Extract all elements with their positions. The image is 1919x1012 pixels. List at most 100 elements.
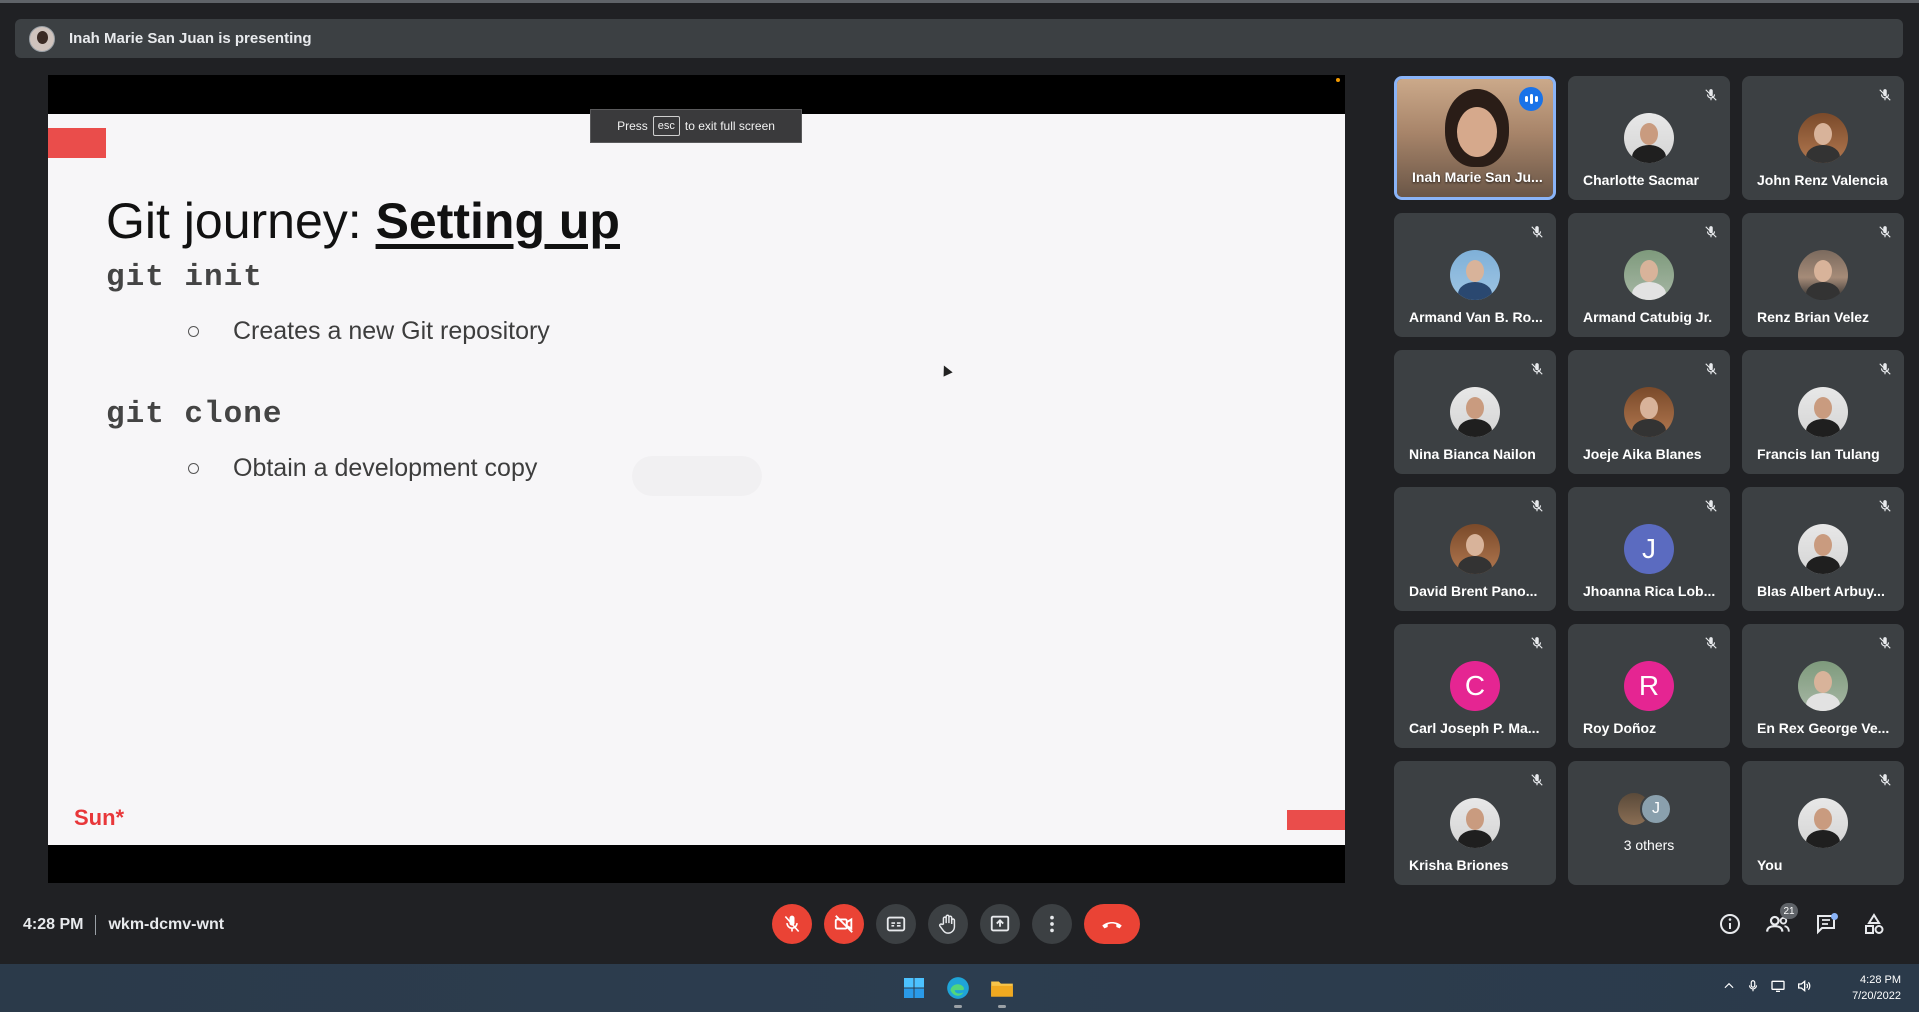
- presentation-stage[interactable]: Press esc to exit full screen Git journe…: [48, 75, 1345, 883]
- others-count-label: 3 others: [1623, 837, 1675, 853]
- participant-name: Joeje Aika Blanes: [1583, 446, 1702, 462]
- participant-tile[interactable]: Francis Ian Tulang: [1742, 350, 1904, 474]
- participant-tile-self[interactable]: You: [1742, 761, 1904, 885]
- participant-tile[interactable]: C Carl Joseph P. Ma...: [1394, 624, 1556, 748]
- clock-date: 7/20/2022: [1852, 990, 1901, 1002]
- meeting-code[interactable]: wkm-dcmv-wnt: [108, 916, 224, 934]
- participant-avatar: [1624, 250, 1674, 300]
- slide-command: git clone: [106, 397, 283, 432]
- participant-avatar: [1450, 387, 1500, 437]
- more-options-button[interactable]: [1032, 904, 1072, 944]
- participant-avatar: [1798, 798, 1848, 848]
- chevron-up-icon[interactable]: [1722, 979, 1736, 993]
- participant-name: David Brent Pano...: [1409, 583, 1538, 599]
- participant-tile[interactable]: J Jhoanna Rica Lob...: [1568, 487, 1730, 611]
- bullet-circle-icon: [188, 326, 199, 337]
- participant-tile-presenter[interactable]: Inah Marie San Ju...: [1394, 76, 1556, 200]
- present-now-button[interactable]: [980, 904, 1020, 944]
- call-controls: [772, 904, 1140, 944]
- mic-off-icon: [1705, 363, 1717, 375]
- start-button[interactable]: [898, 972, 930, 1004]
- participant-name: Krisha Briones: [1409, 857, 1509, 873]
- mic-off-icon: [1879, 89, 1891, 101]
- chat-notification-dot: [1831, 913, 1838, 920]
- participant-avatar: [1798, 113, 1848, 163]
- slide-bullet: Creates a new Git repository: [188, 317, 550, 346]
- participant-tile[interactable]: Nina Bianca Nailon: [1394, 350, 1556, 474]
- taskbar-edge[interactable]: [942, 972, 974, 1008]
- os-taskbar: 4:28 PM 7/20/2022: [0, 964, 1919, 1012]
- raise-hand-button[interactable]: [928, 904, 968, 944]
- participant-name: Roy Doñoz: [1583, 720, 1657, 736]
- participant-tile[interactable]: Blas Albert Arbuy...: [1742, 487, 1904, 611]
- taskbar-file-explorer[interactable]: [986, 972, 1018, 1008]
- participant-name: Renz Brian Velez: [1757, 309, 1870, 325]
- activities-icon: [1865, 913, 1884, 934]
- fullscreen-hint: Press esc to exit full screen: [590, 109, 802, 143]
- participant-avatar: [1798, 387, 1848, 437]
- participant-avatar: [1624, 387, 1674, 437]
- mic-off-icon: [1705, 89, 1717, 101]
- participant-name: Blas Albert Arbuy...: [1757, 583, 1885, 599]
- others-avatars: J: [1618, 793, 1688, 827]
- participant-avatar: [1450, 524, 1500, 574]
- slide-title-prefix: Git journey:: [106, 193, 376, 249]
- participant-tile[interactable]: John Renz Valencia: [1742, 76, 1904, 200]
- participant-initial-avatar: C: [1450, 661, 1500, 711]
- chat-button[interactable]: [1808, 904, 1844, 944]
- presenting-banner: Inah Marie San Juan is presenting: [15, 19, 1903, 58]
- participant-avatar: [1450, 250, 1500, 300]
- end-call-icon: [1102, 921, 1122, 929]
- divider: [95, 915, 97, 935]
- mic-off-icon: [1705, 637, 1717, 649]
- windows-logo-icon: [904, 978, 924, 998]
- captions-button[interactable]: [876, 904, 916, 944]
- volume-icon[interactable]: [1796, 978, 1812, 994]
- mic-off-icon: [1531, 774, 1543, 786]
- running-indicator: [998, 1005, 1006, 1008]
- others-avatar-initial: J: [1640, 793, 1672, 825]
- edge-browser-icon: [947, 977, 969, 999]
- hint-press-label: Press: [617, 119, 648, 133]
- shared-slide: Git journey: Setting up git init Creates…: [48, 114, 1345, 845]
- taskbar-clock[interactable]: 4:28 PM 7/20/2022: [1852, 972, 1901, 1004]
- people-button[interactable]: 21: [1760, 903, 1798, 944]
- window-top-edge: [0, 0, 1919, 3]
- recording-indicator: [1336, 78, 1340, 82]
- participant-avatar: [1624, 113, 1674, 163]
- camera-toggle-button[interactable]: [824, 904, 864, 944]
- esc-key-label: esc: [652, 116, 680, 136]
- slide-logo: Sun*: [74, 805, 125, 830]
- participant-tile[interactable]: Renz Brian Velez: [1742, 213, 1904, 337]
- participant-tile[interactable]: David Brent Pano...: [1394, 487, 1556, 611]
- participant-tile[interactable]: Armand Van B. Ro...: [1394, 213, 1556, 337]
- clock-time: 4:28 PM: [1860, 974, 1901, 986]
- participant-name: Francis Ian Tulang: [1757, 446, 1880, 462]
- mic-toggle-button[interactable]: [772, 904, 812, 944]
- participant-tile[interactable]: Armand Catubig Jr.: [1568, 213, 1730, 337]
- mic-off-icon: [1531, 637, 1543, 649]
- network-icon[interactable]: [1770, 978, 1786, 994]
- mic-off-icon: [1879, 637, 1891, 649]
- participant-avatar: [1450, 798, 1500, 848]
- meeting-details-button[interactable]: [1712, 904, 1748, 944]
- meeting-control-bar: 4:28 PM wkm-dcmv-wnt 21: [0, 894, 1919, 964]
- mic-off-icon: [784, 915, 800, 933]
- participant-initial-avatar: J: [1624, 524, 1674, 574]
- mic-off-icon: [1531, 226, 1543, 238]
- participant-name: Carl Joseph P. Ma...: [1409, 720, 1540, 736]
- participant-tile[interactable]: Krisha Briones: [1394, 761, 1556, 885]
- running-indicator: [954, 1005, 962, 1008]
- faded-overlay-controls: [632, 456, 762, 496]
- leave-call-button[interactable]: [1084, 904, 1140, 944]
- participant-tile[interactable]: R Roy Doñoz: [1568, 624, 1730, 748]
- participant-tile[interactable]: Charlotte Sacmar: [1568, 76, 1730, 200]
- others-tile[interactable]: J 3 others: [1568, 761, 1730, 885]
- microphone-icon[interactable]: [1746, 978, 1760, 994]
- participant-tile[interactable]: Joeje Aika Blanes: [1568, 350, 1730, 474]
- slide-accent-bottom-right: [1287, 810, 1345, 830]
- activities-button[interactable]: [1856, 904, 1892, 944]
- participant-tile[interactable]: En Rex George Ve...: [1742, 624, 1904, 748]
- mic-off-icon: [1705, 226, 1717, 238]
- participant-avatar: [1798, 250, 1848, 300]
